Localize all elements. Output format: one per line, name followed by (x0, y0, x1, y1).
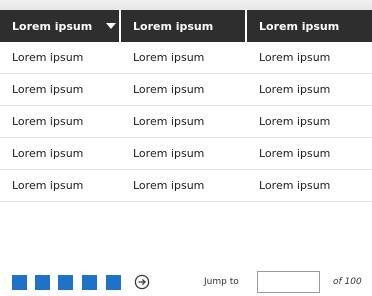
page-button-2[interactable] (35, 275, 50, 290)
table-cell: Lorem ipsum (12, 51, 84, 64)
table-cell: Lorem ipsum (133, 147, 205, 160)
table-cell: Lorem ipsum (133, 115, 205, 128)
table-cell: Lorem ipsum (12, 115, 84, 128)
pagination-bar: Jump to of 100 (0, 270, 372, 296)
page-button-5[interactable] (106, 275, 121, 290)
page-button-3[interactable] (58, 275, 73, 290)
column-header-1[interactable]: Lorem ipsum (0, 10, 121, 42)
jump-to-input[interactable] (257, 271, 320, 293)
top-band (0, 0, 372, 10)
table-cell: Lorem ipsum (133, 51, 205, 64)
column-header-2[interactable]: Lorem ipsum (121, 10, 247, 42)
table-row[interactable]: Lorem ipsum Lorem ipsum Lorem ipsum (0, 74, 372, 106)
table-cell: Lorem ipsum (259, 115, 331, 128)
total-pages-label: of 100 (333, 277, 362, 287)
column-header-3[interactable]: Lorem ipsum (247, 10, 372, 42)
app-frame: Lorem ipsum Lorem ipsum Lorem ipsum Lore… (0, 0, 372, 296)
table-cell: Lorem ipsum (259, 83, 331, 96)
table-row[interactable]: Lorem ipsum Lorem ipsum Lorem ipsum (0, 170, 372, 202)
table-cell: Lorem ipsum (259, 147, 331, 160)
table-header: Lorem ipsum Lorem ipsum Lorem ipsum (0, 10, 372, 42)
circle-arrow-right-icon[interactable] (134, 274, 150, 290)
table-body: Lorem ipsum Lorem ipsum Lorem ipsum Lore… (0, 42, 372, 202)
table-cell: Lorem ipsum (133, 83, 205, 96)
jump-to-label: Jump to (204, 277, 239, 287)
table-cell: Lorem ipsum (12, 83, 84, 96)
table-row[interactable]: Lorem ipsum Lorem ipsum Lorem ipsum (0, 138, 372, 170)
table-cell: Lorem ipsum (259, 51, 331, 64)
page-button-4[interactable] (82, 275, 97, 290)
table-cell: Lorem ipsum (12, 179, 84, 192)
table-cell: Lorem ipsum (133, 179, 205, 192)
column-header-label: Lorem ipsum (12, 19, 93, 33)
table-row[interactable]: Lorem ipsum Lorem ipsum Lorem ipsum (0, 106, 372, 138)
column-header-label: Lorem ipsum (133, 19, 214, 33)
data-table: Lorem ipsum Lorem ipsum Lorem ipsum Lore… (0, 10, 372, 202)
column-header-label: Lorem ipsum (259, 19, 340, 33)
table-cell: Lorem ipsum (12, 147, 84, 160)
table-cell: Lorem ipsum (259, 179, 331, 192)
table-row[interactable]: Lorem ipsum Lorem ipsum Lorem ipsum (0, 42, 372, 74)
page-button-1[interactable] (12, 275, 27, 290)
caret-down-icon[interactable] (106, 23, 117, 29)
